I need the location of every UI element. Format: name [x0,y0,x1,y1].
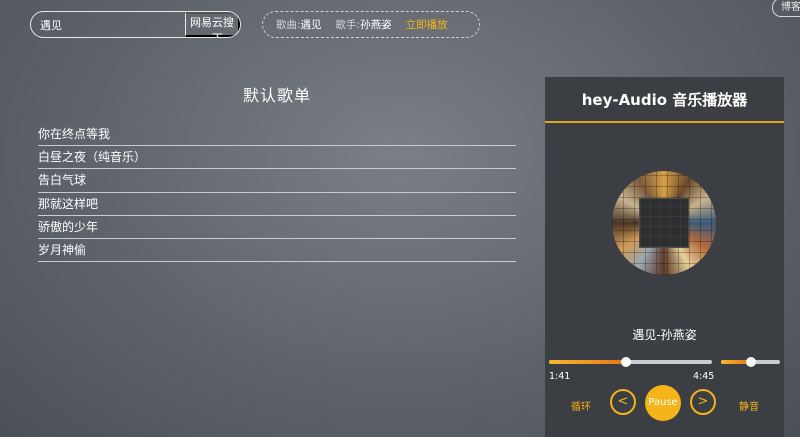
playlist-item[interactable]: 白昼之夜（纯音乐） [38,146,516,170]
blog-button[interactable]: 博客 [772,0,800,17]
pause-button[interactable]: Pause [645,385,681,421]
progress-bar[interactable] [549,357,712,367]
volume-bar[interactable] [721,357,780,367]
time-current: 1:41 [549,371,571,382]
playlist-title: 默认歌单 [242,86,311,105]
search-input[interactable] [31,12,185,37]
song-label: 歌曲: [276,19,301,31]
playlist-item[interactable]: 告白气球 [38,169,516,193]
now-playing-bar: 歌曲: 遇见 歌手: 孙燕姿 立即播放 [262,11,480,38]
singer-label: 歌手: [335,19,361,31]
progress-fill [549,360,626,364]
song-value: 遇见 [300,19,322,31]
prev-button[interactable]: < [610,389,636,415]
volume-knob[interactable] [745,357,756,367]
time-total: 4:45 [693,371,715,382]
playlist: 你在终点等我 白昼之夜（纯音乐） 告白气球 那就这样吧 骄傲的少年 岁月神偷 [38,123,516,263]
album-cover-disc [612,171,716,275]
playlist-item[interactable]: 你在终点等我 [38,123,516,147]
player-panel: hey-Audio 音乐播放器 遇见-孙燕姿 1:41 4:45 循环 < Pa… [545,77,784,437]
playlist-item[interactable]: 骄傲的少年 [38,216,516,239]
playlist-item[interactable]: 那就这样吧 [38,193,516,216]
next-button[interactable]: > [690,389,716,415]
current-song-title: 遇见-孙燕姿 [632,328,697,342]
search-box: 网易云搜一下 [30,11,241,38]
netease-search-button[interactable]: 网易云搜一下 [185,12,240,37]
playlist-item[interactable]: 岁月神偷 [38,239,516,263]
album-cover-center [639,198,689,248]
loop-button[interactable]: 循环 [571,398,591,413]
progress-knob[interactable] [620,357,631,367]
play-now-button[interactable]: 立即播放 [406,17,448,32]
singer-value: 孙燕姿 [360,19,392,31]
player-title: hey-Audio 音乐播放器 [545,77,784,123]
mute-button[interactable]: 静音 [739,398,759,413]
